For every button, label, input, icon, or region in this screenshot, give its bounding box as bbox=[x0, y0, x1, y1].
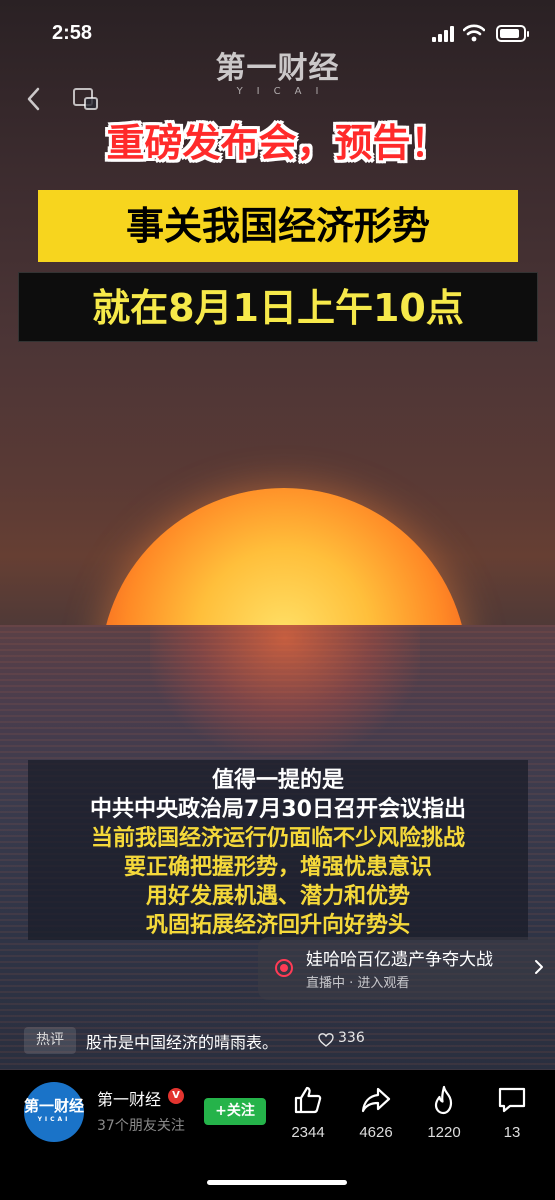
recommend-count: 1220 bbox=[427, 1124, 461, 1141]
caption-line: 值得一提的是 bbox=[211, 768, 344, 793]
verified-badge: V bbox=[168, 1088, 184, 1104]
logo-cn: 第一财经 bbox=[215, 51, 340, 86]
heart-icon[interactable] bbox=[318, 1032, 334, 1048]
caption-line: 用好发展机遇、潜力和优势 bbox=[145, 884, 410, 909]
share-count: 4626 bbox=[359, 1124, 393, 1141]
like-button[interactable]: 2344 bbox=[278, 1084, 338, 1141]
avatar[interactable]: 第一财经 YICAI bbox=[24, 1082, 84, 1142]
battery-icon bbox=[496, 25, 529, 42]
logo-en: YICAI bbox=[236, 86, 333, 97]
avatar-text: 第一财经 bbox=[24, 1097, 85, 1115]
caption-line: 要正确把握形势，增强忧患意识 bbox=[123, 855, 432, 880]
avatar-subtext: YICAI bbox=[37, 1116, 71, 1123]
caption-line: 巩固拓展经济回升向好势头 bbox=[145, 913, 410, 938]
caption-line: 中共中央政治局7月30日召开会议指出 bbox=[90, 797, 466, 822]
sun-reflection bbox=[150, 625, 420, 755]
channel-logo: 第一财经 YICAI bbox=[190, 52, 365, 100]
follow-button[interactable]: +关注 bbox=[204, 1098, 266, 1125]
share-icon bbox=[361, 1087, 391, 1113]
account-name[interactable]: 第一财经 bbox=[97, 1086, 161, 1110]
headline-time: 就在8月1日上午10点 bbox=[18, 272, 538, 342]
video-player[interactable]: 重磅发布会，预告！ 事关我国经济形势 就在8月1日上午10点 值得一提的是 中共… bbox=[0, 0, 555, 1070]
subtitle-caption: 值得一提的是 中共中央政治局7月30日召开会议指出 当前我国经济运行仍面临不少风… bbox=[28, 760, 528, 940]
signal-icon bbox=[432, 26, 454, 42]
wifi-icon bbox=[463, 24, 485, 42]
status-time: 2:58 bbox=[52, 22, 93, 44]
live-subtitle: 直播中 · 进入观看 bbox=[306, 976, 410, 991]
share-button[interactable]: 4626 bbox=[346, 1084, 406, 1141]
headline-topic: 事关我国经济形势 bbox=[38, 190, 518, 262]
live-indicator-icon bbox=[275, 959, 293, 977]
chevron-right-icon bbox=[535, 960, 543, 974]
live-title: 娃哈哈百亿遗产争夺大战 bbox=[306, 950, 493, 970]
headline-announcement: 重磅发布会，预告！ bbox=[106, 121, 449, 165]
comment-like-count: 336 bbox=[338, 1030, 365, 1046]
comment-icon bbox=[498, 1087, 526, 1113]
caption-line: 当前我国经济运行仍面临不少风险挑战 bbox=[90, 826, 465, 851]
recommend-button[interactable]: 1220 bbox=[414, 1084, 474, 1141]
back-arrow-icon[interactable] bbox=[22, 85, 46, 113]
pip-icon[interactable] bbox=[72, 86, 100, 112]
live-stream-card[interactable]: 娃哈哈百亿遗产争夺大战 直播中 · 进入观看 bbox=[258, 937, 555, 1000]
like-count: 2344 bbox=[291, 1124, 325, 1141]
flame-icon bbox=[434, 1085, 453, 1115]
comment-count: 13 bbox=[503, 1124, 521, 1141]
thumbs-up-icon bbox=[294, 1086, 322, 1114]
friends-following: 37个朋友关注 bbox=[97, 1118, 185, 1134]
hot-comment-tag: 热评 bbox=[24, 1027, 76, 1054]
comment-text: 股市是中国经济的晴雨表。 bbox=[86, 1033, 279, 1052]
home-indicator[interactable] bbox=[207, 1180, 347, 1185]
comment-button[interactable]: 13 bbox=[482, 1084, 542, 1141]
